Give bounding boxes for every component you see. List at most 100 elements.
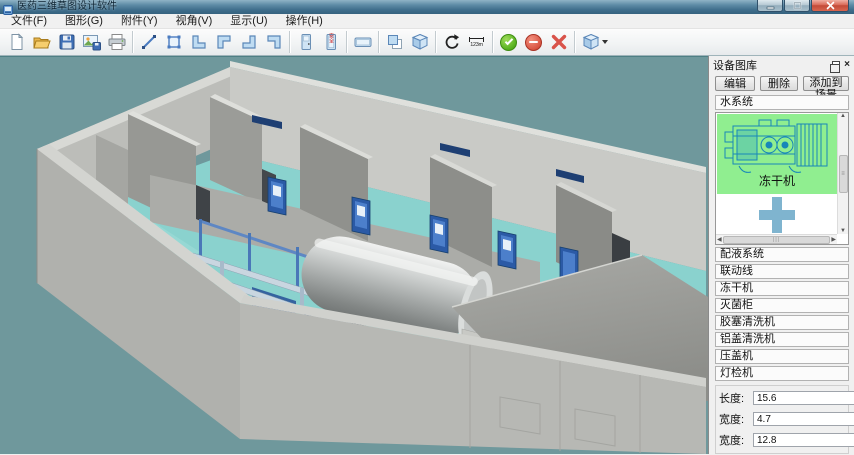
- category-liquid-preparation[interactable]: 配液系统: [715, 247, 849, 262]
- print-button[interactable]: [104, 30, 129, 54]
- length-input[interactable]: [753, 391, 854, 405]
- category-water-system[interactable]: 水系统: [715, 95, 849, 110]
- width-label: 宽度:: [719, 411, 753, 427]
- open-folder-button[interactable]: [29, 30, 54, 54]
- category-freeze-dryer[interactable]: 冻干机: [715, 281, 849, 296]
- library-horizontal-scrollbar[interactable]: ◀ ||| ▶: [716, 234, 837, 244]
- dimensions-group: 长度: 宽度: 宽度:: [715, 385, 849, 454]
- confirm-button[interactable]: [496, 30, 521, 54]
- new-file-button[interactable]: [4, 30, 29, 54]
- rotate-view-button[interactable]: [439, 30, 464, 54]
- width2-label: 宽度:: [719, 432, 753, 448]
- wall-corner-bottom-right-button[interactable]: [236, 30, 261, 54]
- rotate-view-icon: [443, 33, 461, 51]
- window-title: 医药三维草图设计软件: [17, 0, 117, 14]
- toolbar-separator: [289, 31, 290, 53]
- toolbar-separator: [492, 31, 493, 53]
- remove-button[interactable]: [521, 30, 546, 54]
- category-linkage-line[interactable]: 联动线: [715, 264, 849, 279]
- edit-button[interactable]: 编辑: [715, 76, 755, 91]
- measure-label: 123m: [470, 42, 483, 48]
- panel-close-icon[interactable]: ×: [844, 60, 850, 70]
- equipment-list-box: 冻干机 ▲ ≡ ▼ ◀ ||| ▶: [715, 112, 849, 245]
- menu-attachments[interactable]: 附件(Y): [112, 14, 167, 29]
- line-tool-icon: [140, 33, 158, 51]
- menu-operation[interactable]: 操作(H): [277, 14, 332, 29]
- category-stopper-washer[interactable]: 胶塞清洗机: [715, 315, 849, 330]
- wall-corner-bottom-right-icon: [240, 33, 258, 51]
- panel-title: 设备图库: [713, 57, 757, 73]
- plus-icon: [759, 197, 795, 233]
- category-sterilizer[interactable]: 灭菌柜: [715, 298, 849, 313]
- measure-tool-button[interactable]: 123m: [464, 30, 489, 54]
- maximize-button[interactable]: [784, 0, 810, 12]
- category-cap-washer[interactable]: 铝盖清洗机: [715, 332, 849, 347]
- print-icon: [107, 33, 127, 51]
- menu-graphics[interactable]: 图形(G): [56, 14, 112, 29]
- new-file-icon: [8, 33, 26, 51]
- scroll-right-icon[interactable]: ▶: [831, 236, 836, 243]
- close-button[interactable]: [811, 0, 849, 12]
- length-label: 长度:: [719, 390, 753, 406]
- shape-3d-button[interactable]: [407, 30, 432, 54]
- panel-float-icon[interactable]: [832, 61, 840, 68]
- window-tool-button[interactable]: [350, 30, 375, 54]
- rectangle-tool-button[interactable]: [161, 30, 186, 54]
- app-icon: [3, 2, 13, 12]
- wall-corner-bottom-left-button[interactable]: [186, 30, 211, 54]
- category-capping-machine[interactable]: 压盖机: [715, 349, 849, 364]
- delete-button[interactable]: [546, 30, 571, 54]
- minimize-icon: [766, 1, 775, 10]
- toolbar-separator: [132, 31, 133, 53]
- add-to-scene-button[interactable]: 添加到场景: [803, 76, 849, 91]
- toolbar-separator: [378, 31, 379, 53]
- freeze-dryer-cad-thumbnail: [719, 114, 835, 176]
- equipment-library-panel: 设备图库 × 编辑 删除 添加到场景 水系统: [708, 56, 854, 454]
- vertical-scroll-thumb[interactable]: ≡: [839, 155, 848, 193]
- dropdown-caret-icon: [602, 40, 608, 44]
- window-tool-icon: [353, 33, 373, 51]
- scroll-left-icon[interactable]: ◀: [717, 236, 722, 243]
- door-tool-button[interactable]: [293, 30, 318, 54]
- measure-icon: [469, 37, 484, 42]
- scroll-down-icon[interactable]: ▼: [840, 228, 846, 234]
- viewport-3d[interactable]: [0, 56, 708, 454]
- rectangle-tool-icon: [165, 33, 183, 51]
- menu-display[interactable]: 显示(U): [221, 14, 276, 29]
- shape-2d-button[interactable]: [382, 30, 407, 54]
- library-vertical-scrollbar[interactable]: ▲ ≡ ▼: [837, 113, 848, 234]
- minimize-button[interactable]: [757, 0, 783, 12]
- wall-corner-top-left-icon: [215, 33, 233, 51]
- wall-corner-top-left-button[interactable]: [211, 30, 236, 54]
- viewport-3d-scene: [0, 57, 708, 454]
- toolbar-separator: [435, 31, 436, 53]
- close-icon: [826, 1, 835, 10]
- safety-door-label: 安全: [328, 33, 333, 43]
- horizontal-scroll-thumb[interactable]: |||: [723, 236, 831, 244]
- export-image-button[interactable]: [79, 30, 104, 54]
- export-image-icon: [82, 33, 102, 51]
- view-mode-button[interactable]: [578, 30, 612, 54]
- width2-input[interactable]: [753, 433, 854, 447]
- line-tool-button[interactable]: [136, 30, 161, 54]
- scroll-up-icon[interactable]: ▲: [840, 113, 846, 119]
- shape-2d-icon: [386, 33, 404, 51]
- category-light-inspector[interactable]: 灯检机: [715, 366, 849, 381]
- menu-file[interactable]: 文件(F): [2, 14, 56, 29]
- door-tool-icon: [297, 33, 315, 51]
- save-button[interactable]: [54, 30, 79, 54]
- remove-minus-icon: [525, 34, 542, 51]
- safety-door-tool-button[interactable]: 安全: [318, 30, 343, 54]
- maximize-icon: [793, 1, 802, 10]
- wall-corner-top-right-button[interactable]: [261, 30, 286, 54]
- wall-corner-bottom-left-icon: [190, 33, 208, 51]
- menu-view-angle[interactable]: 视角(V): [167, 14, 222, 29]
- width-input[interactable]: [753, 412, 854, 426]
- library-add-item[interactable]: [717, 195, 837, 234]
- menu-bar: 文件(F) 图形(G) 附件(Y) 视角(V) 显示(U) 操作(H): [0, 14, 854, 29]
- library-item-freeze-dryer[interactable]: 冻干机: [717, 114, 837, 194]
- window-titlebar[interactable]: 医药三维草图设计软件: [0, 0, 854, 14]
- delete-item-button[interactable]: 删除: [760, 76, 798, 91]
- app-window: 医药三维草图设计软件 文件(F) 图形(G) 附件(Y) 视角(V) 显示(U)…: [0, 0, 854, 455]
- toolbar-separator: [574, 31, 575, 53]
